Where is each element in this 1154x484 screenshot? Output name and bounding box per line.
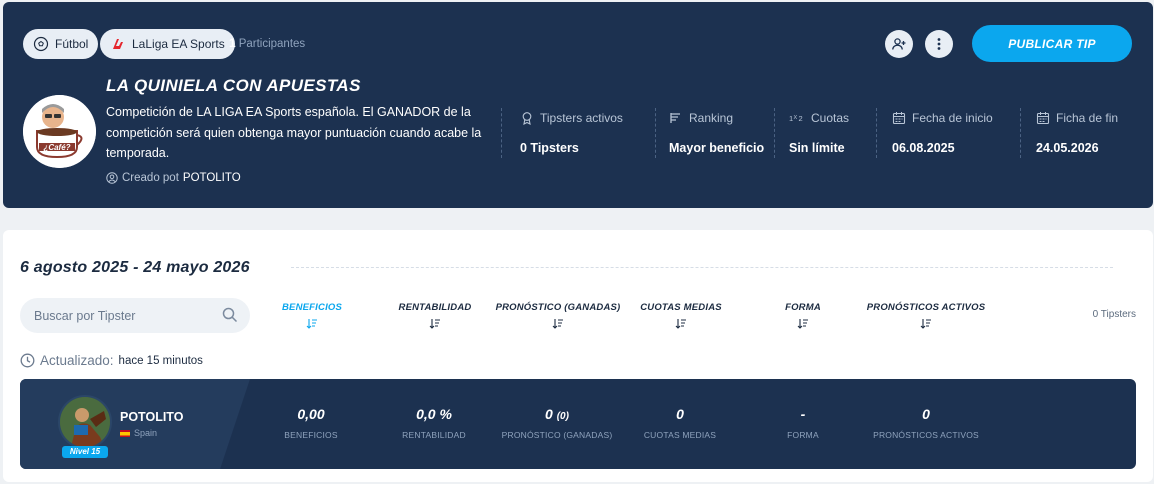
clock-icon bbox=[20, 353, 35, 368]
participants-count: 1 Participantes bbox=[229, 36, 306, 50]
svg-text:2: 2 bbox=[799, 114, 803, 123]
creator-link[interactable]: POTOLITO bbox=[183, 172, 241, 184]
calendar-icon bbox=[892, 112, 906, 125]
divider bbox=[1020, 108, 1021, 158]
laliga-logo-icon bbox=[113, 39, 123, 49]
calendar-icon bbox=[1036, 112, 1050, 125]
sort-icon bbox=[920, 319, 931, 329]
sort-cuotas-medias[interactable]: CUOTAS MEDIAS bbox=[631, 302, 731, 330]
table-row[interactable]: Nivel 15 POTOLITO Spain 0,00 BENEFICIOS 0… bbox=[20, 379, 1136, 469]
sort-forma[interactable]: FORMA bbox=[773, 302, 833, 330]
row-profile-panel bbox=[20, 379, 250, 469]
date-range: 6 agosto 2025 - 24 mayo 2026 bbox=[20, 259, 250, 276]
stat-fecha-fin: Ficha de fin 24.05.2026 bbox=[1036, 111, 1119, 155]
divider bbox=[655, 108, 656, 158]
stat-tipsters-activos: Tipsters activos 0 Tipsters bbox=[520, 111, 623, 155]
competition-description: Competición de LA LIGA EA Sports español… bbox=[106, 105, 482, 160]
created-by: Creado pot POTOLITO bbox=[106, 172, 241, 184]
metric-pronosticos-activos: 0 PRONÓSTICOS ACTIVOS bbox=[873, 406, 979, 440]
search-icon[interactable] bbox=[222, 307, 238, 323]
competition-title: LA QUINIELA CON APUESTAS bbox=[106, 76, 361, 95]
stat-cuotas: 1 X 2 Cuotas Sin límite bbox=[789, 111, 850, 155]
spain-flag-icon bbox=[120, 429, 130, 437]
stat-ranking: Ranking Mayor beneficio bbox=[669, 111, 765, 155]
sort-icon bbox=[429, 319, 440, 329]
search-input[interactable] bbox=[20, 298, 250, 333]
tipster-avatar[interactable] bbox=[58, 395, 112, 449]
more-vertical-icon bbox=[937, 38, 941, 50]
publish-tip-button[interactable]: PUBLICAR TIP bbox=[972, 25, 1132, 62]
soccer-ball-icon bbox=[33, 36, 49, 52]
tipster-count: 0 Tipsters bbox=[1092, 309, 1136, 320]
sort-icon bbox=[675, 319, 686, 329]
divider bbox=[501, 108, 502, 158]
award-icon bbox=[522, 112, 532, 125]
sort-beneficios[interactable]: BENEFICIOS bbox=[273, 302, 351, 330]
divider bbox=[876, 108, 877, 158]
chip-futbol[interactable]: Fútbol bbox=[23, 29, 99, 59]
add-user-icon bbox=[892, 38, 906, 50]
invite-button[interactable] bbox=[885, 30, 913, 58]
chip-label: LaLiga EA Sports bbox=[132, 37, 225, 51]
stat-fecha-inicio: Fecha de inicio 06.08.2025 bbox=[892, 111, 993, 155]
sort-icon bbox=[797, 319, 808, 329]
svg-text:¿Café?: ¿Café? bbox=[43, 143, 70, 152]
tipster-country: Spain bbox=[120, 428, 157, 438]
sort-icon bbox=[306, 319, 317, 329]
ranking-panel: 6 agosto 2025 - 24 mayo 2026 BENEFICIOS … bbox=[3, 230, 1153, 482]
competition-avatar: ¿Café? bbox=[23, 95, 96, 168]
divider bbox=[291, 267, 1113, 268]
chip-laliga[interactable]: LaLiga EA Sports bbox=[100, 29, 235, 59]
competition-header: Fútbol LaLiga EA Sports 1 Participantes P… bbox=[3, 2, 1153, 208]
more-options-button[interactable] bbox=[925, 30, 953, 58]
tipster-name[interactable]: POTOLITO bbox=[120, 410, 183, 424]
divider bbox=[774, 108, 775, 158]
sort-pronostico[interactable]: PRONÓSTICO (GANADAS) bbox=[493, 302, 623, 330]
sort-icon bbox=[552, 319, 563, 329]
sort-rentabilidad[interactable]: RENTABILIDAD bbox=[391, 302, 479, 330]
chip-label: Fútbol bbox=[55, 37, 89, 51]
svg-text:X: X bbox=[794, 115, 798, 121]
user-circle-icon bbox=[106, 172, 118, 184]
level-badge: Nivel 15 bbox=[62, 446, 108, 458]
ranking-icon bbox=[670, 113, 680, 123]
1x2-icon: 1X2 bbox=[789, 114, 803, 123]
sort-pronosticos-activos[interactable]: PRONÓSTICOS ACTIVOS bbox=[861, 302, 991, 330]
updated-info: Actualizado: hace 15 minutos bbox=[20, 353, 203, 368]
